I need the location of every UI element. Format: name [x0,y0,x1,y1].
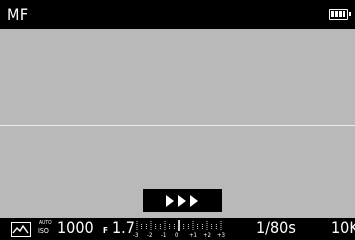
live-view-area[interactable] [0,29,355,218]
aperture-prefix: F [103,226,108,235]
iso-auto-label: AUTO [39,220,52,226]
bottom-status-bar: AUTO ISO 1000 F 1.7 -3 -2 -1 0 +1 +2 +3 1/80s … [0,218,355,240]
iso-value[interactable]: 1000 [57,219,94,237]
shutter-speed-value[interactable]: 1/80s [256,219,296,237]
aperture-value[interactable]: 1.7 [112,219,135,237]
top-status-bar: MF [0,0,355,29]
ev-scale-label: -1 [161,232,167,239]
ev-scale-label: +3 [217,232,225,239]
battery-full-icon [329,9,351,20]
ev-scale-label: 0 [175,232,179,239]
horizon-guide-line [0,125,355,126]
iso-label: ISO [38,227,49,235]
shots-remaining: 10K [331,218,355,237]
ev-scale-ticks [136,220,222,231]
ev-scale-label: -2 [147,232,153,239]
ev-scale-label: -3 [133,232,139,239]
focus-mode-label: MF [7,5,29,24]
triple-play-icon[interactable] [143,189,222,212]
landscape-scene-icon[interactable] [11,222,31,237]
ev-scale-label: +2 [203,232,211,239]
ev-scale-label: +1 [189,232,197,239]
